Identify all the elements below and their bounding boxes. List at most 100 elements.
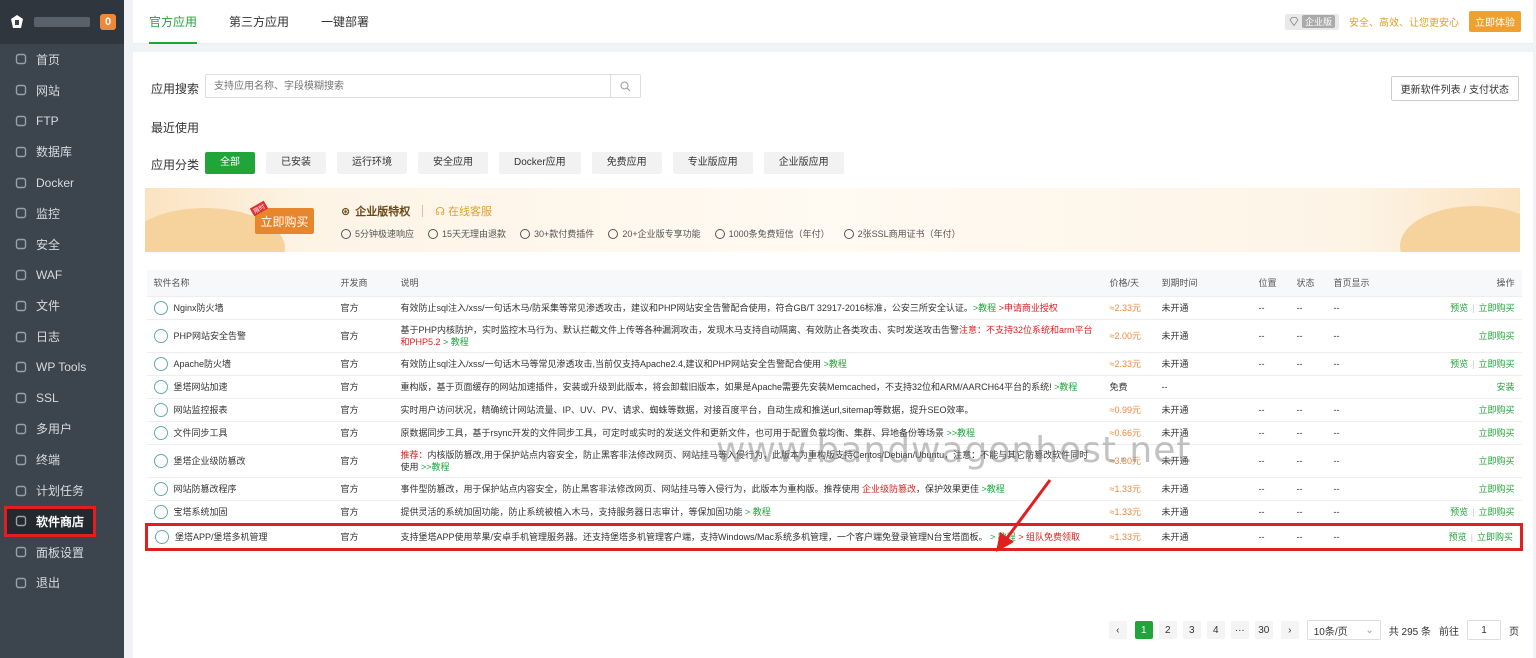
- buy-link[interactable]: 立即购买: [1478, 303, 1514, 313]
- category-4[interactable]: Docker应用: [499, 152, 581, 174]
- buy-link[interactable]: 立即购买: [1478, 456, 1514, 466]
- expire-date: 未开通: [1154, 319, 1252, 353]
- category-2[interactable]: 运行环境: [337, 152, 407, 174]
- buy-link[interactable]: 立即购买: [1478, 507, 1514, 517]
- sidebar-item-10[interactable]: WP Tools: [0, 352, 124, 383]
- sidebar-item-label: 终端: [36, 453, 61, 468]
- next-page-button[interactable]: ›: [1280, 621, 1299, 639]
- preview-link[interactable]: 预览: [1449, 532, 1467, 542]
- app-name: Apache防火墙: [173, 358, 232, 369]
- page-5[interactable]: 30: [1254, 621, 1273, 639]
- sidebar-item-12[interactable]: 多用户: [0, 414, 124, 445]
- category-7[interactable]: 企业版应用: [763, 152, 844, 174]
- tutorial-link[interactable]: > 教程: [743, 507, 771, 517]
- tutorial-link[interactable]: >教程: [1052, 382, 1077, 392]
- app-name: 堡塔企业级防篡改: [173, 455, 246, 466]
- tab-official[interactable]: 官方应用: [133, 0, 213, 44]
- sidebar-item-8[interactable]: 文件: [0, 290, 124, 321]
- sidebar-item-13[interactable]: 终端: [0, 444, 124, 475]
- settings-icon: [14, 545, 28, 559]
- sidebar-item-label: 软件商店: [36, 514, 85, 529]
- category-1[interactable]: 已安装: [266, 152, 326, 174]
- message-badge[interactable]: 0: [100, 14, 116, 30]
- feature-label: 5分钟极速响应: [355, 229, 415, 239]
- app-name: 网站防篡改程序: [173, 483, 237, 494]
- preview-link[interactable]: 预览: [1450, 507, 1468, 517]
- buy-link[interactable]: 立即购买: [1478, 405, 1514, 415]
- actions: 预览 | 立即购买: [1423, 500, 1522, 525]
- page-size-select[interactable]: 10条/页 ⌄: [1306, 620, 1381, 640]
- buy-link[interactable]: 立即购买: [1478, 331, 1514, 341]
- location: --: [1251, 352, 1290, 376]
- category-6[interactable]: 专业版应用: [672, 152, 753, 174]
- status: --: [1289, 352, 1327, 376]
- description: 重构版，基于页面缓存的网站加速插件，安装或升级到此版本，将会卸载旧版本，如果是A…: [393, 375, 1103, 399]
- buy-link[interactable]: 立即购买: [1477, 532, 1513, 542]
- app-icon: [155, 529, 169, 544]
- sidebar-item-16[interactable]: 面板设置: [0, 537, 124, 568]
- buy-link[interactable]: 立即购买: [1478, 484, 1514, 494]
- log-icon: [14, 330, 28, 344]
- upgrade-link[interactable]: 企业级防篡改: [860, 484, 916, 494]
- buy-link[interactable]: 安装: [1496, 382, 1514, 392]
- sidebar-item-11[interactable]: SSL: [0, 383, 124, 414]
- status: --: [1289, 296, 1327, 320]
- tutorial-link[interactable]: >教程: [973, 303, 996, 313]
- buy-link[interactable]: 立即购买: [1478, 428, 1514, 438]
- search-input[interactable]: [206, 75, 610, 97]
- sidebar-item-2[interactable]: FTP: [0, 106, 124, 137]
- desc-text: 事件型防篡改，用于保护站点内容安全，防止黑客非法修改网页、网站挂马等入侵行为，此…: [400, 483, 860, 494]
- sidebar-item-0[interactable]: 首页: [0, 44, 124, 75]
- category-0[interactable]: 全部: [205, 152, 255, 174]
- page-1[interactable]: 2: [1158, 621, 1177, 639]
- promo-link[interactable]: >申请商业授权: [996, 303, 1058, 313]
- tab-third-party[interactable]: 第三方应用: [213, 0, 305, 44]
- watermark: www.bandwagonhost.net: [716, 430, 1192, 471]
- page-3[interactable]: 4: [1206, 621, 1225, 639]
- location: --: [1251, 398, 1290, 422]
- sidebar-item-15[interactable]: 软件商店: [4, 505, 96, 537]
- feature-item: 20+企业版专享功能: [608, 227, 701, 240]
- sidebar-item-4[interactable]: Docker: [0, 167, 124, 198]
- buy-link[interactable]: 立即购买: [1478, 359, 1514, 369]
- preview-link[interactable]: 预览: [1450, 303, 1468, 313]
- table-row: Apache防火墙 官方 有效防止sql注入/xss/一句话木马等常见渗透攻击,当前…: [146, 352, 1522, 376]
- price: ≈2.33元: [1102, 352, 1155, 376]
- goto-page-input[interactable]: 1: [1467, 620, 1501, 640]
- sidebar-item-1[interactable]: 网站: [0, 75, 124, 106]
- prev-page-button[interactable]: ‹: [1108, 621, 1127, 639]
- tutorial-link[interactable]: >教程: [821, 359, 847, 369]
- buy-now-button[interactable]: 限时 立即购买: [249, 200, 314, 234]
- tab-one-click-deploy[interactable]: 一键部署: [305, 0, 385, 44]
- sidebar-item-6[interactable]: 安全: [0, 229, 124, 260]
- category-5[interactable]: 免费应用: [591, 152, 662, 174]
- sidebar-item-7[interactable]: WAF: [0, 260, 124, 291]
- category-3[interactable]: 安全应用: [418, 152, 488, 174]
- online-service-link[interactable]: 在线客服: [448, 203, 492, 219]
- page-0[interactable]: 1: [1134, 621, 1153, 639]
- update-software-list-button[interactable]: 更新软件列表 / 支付状态: [1390, 76, 1519, 101]
- tutorial-link[interactable]: >>教程: [419, 462, 450, 472]
- sidebar-item-label: 文件: [36, 299, 61, 314]
- search-button[interactable]: [610, 75, 640, 97]
- sidebar-item-9[interactable]: 日志: [0, 321, 124, 352]
- sidebar-item-14[interactable]: 计划任务: [0, 475, 124, 506]
- description: 有效防止sql注入/xss/一句话木马等常见渗透攻击,当前仅支持Apache2.…: [393, 352, 1103, 376]
- developer: 官方: [333, 522, 394, 551]
- description: 基于PHP内核防护，实时监控木马行为、默认拦截文件上传等各种漏洞攻击，发现木马支…: [393, 319, 1103, 353]
- sidebar-item-5[interactable]: 监控: [0, 198, 124, 229]
- page-4[interactable]: ···: [1230, 621, 1249, 639]
- feature-icon: [341, 228, 351, 239]
- status: --: [1289, 444, 1327, 478]
- tutorial-link[interactable]: > 教程: [441, 337, 469, 347]
- sidebar-item-17[interactable]: 退出: [0, 568, 124, 599]
- app-icon: [153, 300, 168, 315]
- name-cell: 网站防篡改程序: [146, 477, 334, 501]
- preview-link[interactable]: 预览: [1450, 359, 1468, 369]
- name-wrap: 网站监控报表: [153, 402, 327, 417]
- docker-icon: [14, 176, 28, 190]
- feature-item: 30+款付费插件: [520, 227, 594, 240]
- try-now-button[interactable]: 立即体验: [1469, 11, 1521, 32]
- page-2[interactable]: 3: [1182, 621, 1201, 639]
- sidebar-item-3[interactable]: 数据库: [0, 136, 124, 167]
